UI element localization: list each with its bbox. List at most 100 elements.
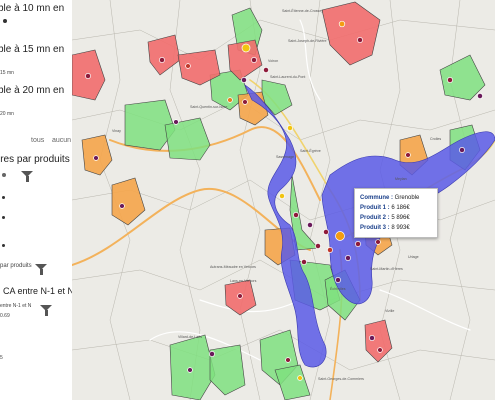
place-label: Lans-en-Vercors bbox=[230, 279, 257, 283]
tooltip-product-value: 6 186€ bbox=[391, 205, 410, 211]
store-marker bbox=[355, 241, 361, 247]
ca-digit: 5 bbox=[0, 355, 3, 361]
map-tooltip: Commune : Grenoble Produit 1 : 6 186€ Pr… bbox=[354, 188, 438, 238]
zone-red bbox=[147, 34, 181, 76]
store-marker bbox=[405, 152, 411, 158]
store-marker bbox=[185, 63, 191, 69]
place-label: Villard-de-Lans bbox=[178, 335, 202, 339]
store-marker bbox=[251, 57, 257, 63]
store-marker bbox=[345, 255, 351, 261]
store-marker bbox=[279, 193, 285, 199]
store-marker bbox=[369, 335, 375, 341]
store-marker bbox=[307, 222, 313, 228]
products-bullet bbox=[2, 216, 5, 219]
tooltip-product-value: 8 993€ bbox=[391, 225, 410, 231]
tooltip-product-row: Produit 2 : 5 896€ bbox=[360, 213, 432, 223]
legend-label-20min: ble à 20 mn en bbox=[0, 85, 65, 96]
store-marker bbox=[227, 97, 233, 103]
zone-green bbox=[274, 364, 311, 400]
tooltip-product-label: Produit 2 : bbox=[360, 215, 390, 221]
store-marker bbox=[375, 239, 381, 245]
store-marker bbox=[187, 367, 193, 373]
place-label: Vinay bbox=[112, 129, 121, 133]
ca-sub-label: entre N-1 et N bbox=[0, 303, 32, 309]
place-label: Saint-Georges-de-Commiers bbox=[318, 377, 364, 381]
tooltip-product-value: 5 896€ bbox=[391, 215, 410, 221]
tooltip-commune-row: Commune : Grenoble bbox=[360, 193, 432, 203]
place-label: Voiron bbox=[268, 59, 278, 63]
products-section-title: ires par produits bbox=[0, 154, 70, 165]
products-bullet bbox=[2, 196, 5, 199]
store-marker bbox=[357, 37, 363, 43]
zone-green bbox=[169, 334, 216, 400]
legend-label-15min: ble à 15 mn en bbox=[0, 44, 65, 55]
store-marker bbox=[297, 375, 303, 381]
tooltip-commune-label: Commune : bbox=[360, 195, 393, 201]
tooltip-product-label: Produit 1 : bbox=[360, 205, 390, 211]
select-all-link[interactable]: tous bbox=[31, 137, 44, 144]
filter-funnel-icon[interactable] bbox=[21, 171, 33, 182]
store-marker bbox=[323, 229, 329, 235]
zone-green bbox=[164, 117, 211, 161]
zone-green bbox=[209, 344, 246, 396]
filter-funnel-icon[interactable] bbox=[35, 264, 47, 275]
zone-orange bbox=[111, 177, 146, 226]
zone-red bbox=[364, 319, 393, 363]
store-marker bbox=[93, 155, 99, 161]
place-label: Sassenage bbox=[276, 155, 294, 159]
filter-panel: ble à 10 mn en ble à 15 mn en 15 mn ble … bbox=[0, 0, 72, 400]
store-marker bbox=[241, 77, 247, 83]
store-marker bbox=[242, 99, 248, 105]
store-marker bbox=[241, 43, 251, 53]
legend-label-10min: ble à 10 mn en bbox=[0, 3, 65, 14]
store-marker bbox=[327, 247, 333, 253]
legend-sub-20min: 20 mn bbox=[0, 111, 14, 117]
legend-sub-15min: 15 mn bbox=[0, 70, 14, 76]
store-marker bbox=[301, 259, 307, 265]
zone-orange bbox=[81, 134, 113, 176]
store-marker bbox=[263, 67, 269, 73]
place-label: Meylan bbox=[395, 177, 407, 181]
store-marker bbox=[287, 125, 293, 131]
store-marker bbox=[237, 293, 243, 299]
place-label: Vizille bbox=[385, 309, 394, 313]
tooltip-product-row: Produit 3 : 8 993€ bbox=[360, 223, 432, 233]
tooltip-product-label: Produit 3 : bbox=[360, 225, 390, 231]
store-marker bbox=[459, 147, 465, 153]
products-filter-label: par produits bbox=[0, 263, 32, 269]
place-label: Uriage bbox=[408, 255, 419, 259]
products-bullet bbox=[2, 244, 5, 247]
select-none-link[interactable]: aucun bbox=[52, 137, 71, 144]
place-label: Saint-Laurent-du-Pont bbox=[270, 75, 305, 79]
store-marker bbox=[209, 351, 215, 357]
store-marker bbox=[85, 73, 91, 79]
place-label: Échirolles bbox=[330, 286, 346, 291]
tooltip-product-row: Produit 1 : 6 186€ bbox=[360, 203, 432, 213]
zone-green bbox=[439, 54, 486, 101]
legend-bullet bbox=[3, 19, 7, 23]
ca-value: 0.69 bbox=[0, 313, 10, 319]
map-view[interactable]: Saint-Étienne-de-Crossey Saint-Joseph-de… bbox=[72, 0, 495, 400]
store-marker bbox=[477, 93, 483, 99]
place-label: Crolles bbox=[430, 137, 441, 141]
store-marker bbox=[173, 119, 179, 125]
ca-section-title: CA entre N-1 et N bbox=[3, 286, 72, 296]
store-marker bbox=[377, 347, 383, 353]
store-marker bbox=[338, 20, 346, 28]
place-label: Saint-Martin-d'Hères bbox=[370, 267, 403, 271]
place-label: Saint-Joseph-de-Rivière bbox=[288, 39, 327, 43]
store-marker bbox=[447, 77, 453, 83]
store-marker bbox=[285, 357, 291, 363]
store-marker bbox=[119, 203, 125, 209]
zone-red bbox=[321, 1, 381, 66]
store-marker bbox=[315, 243, 321, 249]
place-label: Saint-Étienne-de-Crossey bbox=[282, 8, 323, 13]
filter-funnel-icon[interactable] bbox=[40, 305, 52, 316]
products-bullet bbox=[2, 173, 6, 177]
store-marker bbox=[159, 57, 165, 63]
store-marker bbox=[335, 231, 345, 241]
place-label: Saint-Quentin-sur-Isère bbox=[190, 105, 227, 109]
place-label: Autrans-Méaudre en Vercors bbox=[210, 265, 256, 269]
place-label: Saint-Égrève bbox=[300, 148, 321, 153]
tooltip-commune-value: Grenoble bbox=[394, 195, 420, 201]
